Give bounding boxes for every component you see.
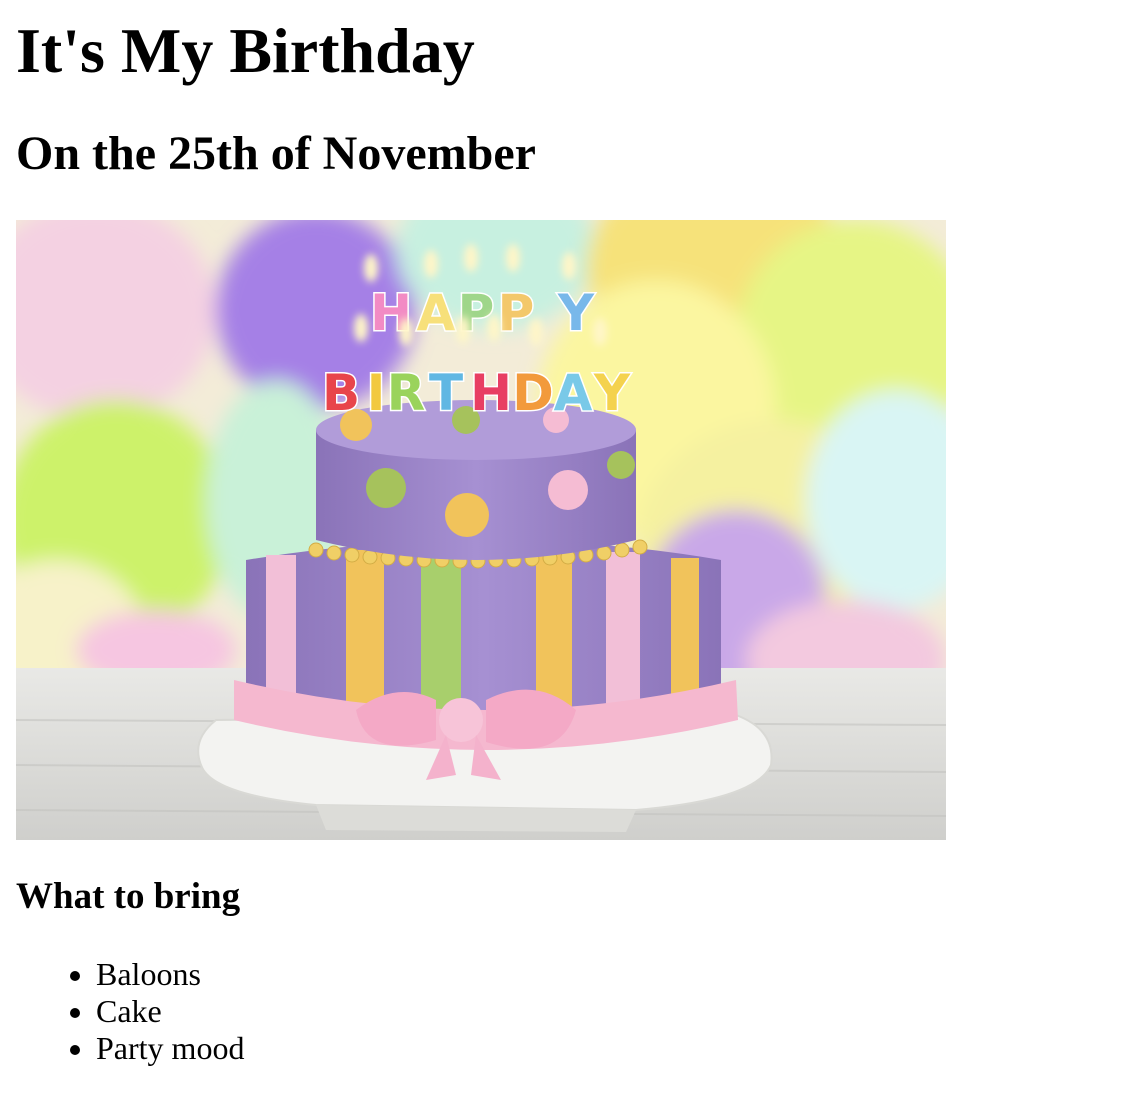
- svg-text:A: A: [554, 364, 593, 422]
- svg-text:I: I: [367, 364, 386, 422]
- svg-text:D: D: [512, 364, 554, 422]
- what-to-bring-heading: What to bring: [16, 875, 241, 917]
- svg-text:Y: Y: [557, 284, 595, 342]
- svg-text:A: A: [417, 284, 456, 342]
- page-title: It's My Birthday: [16, 15, 475, 86]
- bring-list: Baloons Cake Party mood: [16, 956, 1114, 1067]
- svg-text:Y: Y: [593, 364, 631, 422]
- svg-text:P: P: [498, 284, 535, 342]
- list-item: Party mood: [96, 1030, 1114, 1067]
- svg-text:R: R: [387, 364, 426, 422]
- svg-text:T: T: [429, 364, 463, 422]
- page-content: It's My Birthday On the 25th of November: [0, 14, 1130, 1067]
- svg-text:H: H: [470, 364, 512, 422]
- list-item: Baloons: [96, 956, 1114, 993]
- event-date-heading: On the 25th of November: [16, 126, 536, 180]
- list-item: Cake: [96, 993, 1114, 1030]
- birthday-cake-image: H A P P Y B I R T H D A Y: [16, 219, 946, 840]
- svg-text:B: B: [322, 364, 360, 422]
